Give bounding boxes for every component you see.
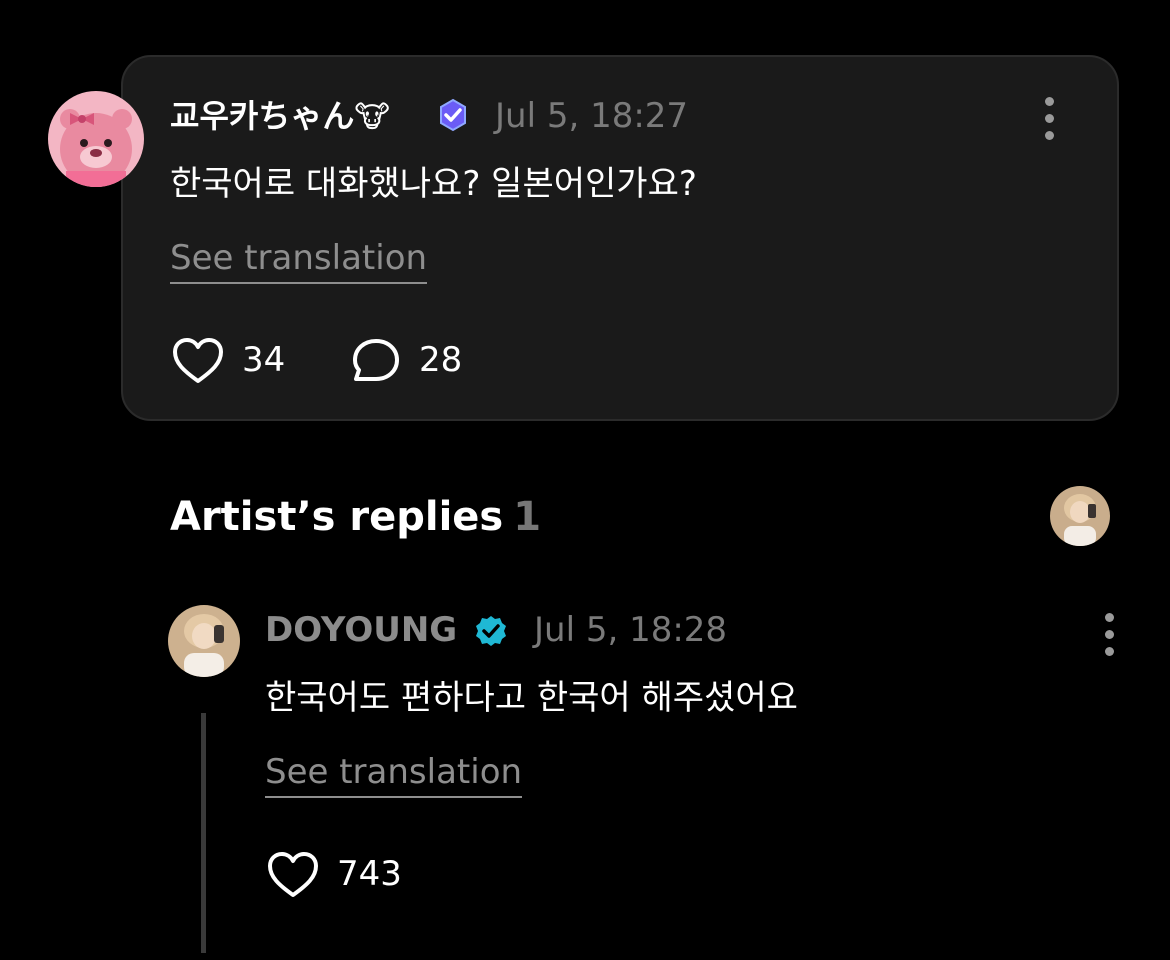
artist-replies-count: 1: [513, 494, 542, 540]
commenter-avatar[interactable]: [48, 91, 144, 187]
comment-see-translation-link[interactable]: See translation: [170, 238, 428, 284]
comment-reply-count: 28: [419, 340, 463, 380]
verified-badge-icon: [436, 98, 470, 132]
comment-like-button[interactable]: [170, 336, 226, 386]
heart-icon: [268, 852, 318, 897]
cow-emoji: 🐮: [354, 100, 390, 135]
artist-verified-badge-icon: [474, 614, 508, 648]
reply-like-count: 743: [337, 854, 402, 894]
artist-username[interactable]: DOYOUNG: [265, 610, 457, 650]
reply-thread-line: [201, 713, 206, 953]
comment-like-count: 34: [242, 340, 286, 380]
reply-see-translation-link[interactable]: See translation: [265, 752, 523, 798]
artist-header-avatar[interactable]: [1050, 486, 1110, 546]
comment-timestamp: Jul 5, 18:27: [495, 96, 689, 136]
reply-timestamp: Jul 5, 18:28: [534, 610, 728, 650]
artist-replies-title: Artist’s replies: [170, 494, 504, 540]
comment-reply-button[interactable]: [350, 336, 402, 386]
heart-icon: [173, 338, 223, 383]
artist-avatar[interactable]: [168, 605, 240, 677]
artist-replies-heading: Artist’s replies 1: [170, 493, 541, 541]
reply-like-button[interactable]: [265, 850, 321, 900]
comment-text: 한국어로 대화했나요? 일본어인가요?: [170, 164, 697, 204]
comment-more-options-icon[interactable]: [1043, 97, 1055, 140]
reply-text: 한국어도 편하다고 한국어 해주셨어요: [265, 678, 798, 718]
commenter-username[interactable]: 교우카ちゃん🐮: [170, 96, 390, 138]
reply-more-options-icon[interactable]: [1103, 613, 1115, 656]
speech-bubble-icon: [353, 339, 399, 381]
commenter-name: 교우카ちゃん: [170, 97, 355, 135]
